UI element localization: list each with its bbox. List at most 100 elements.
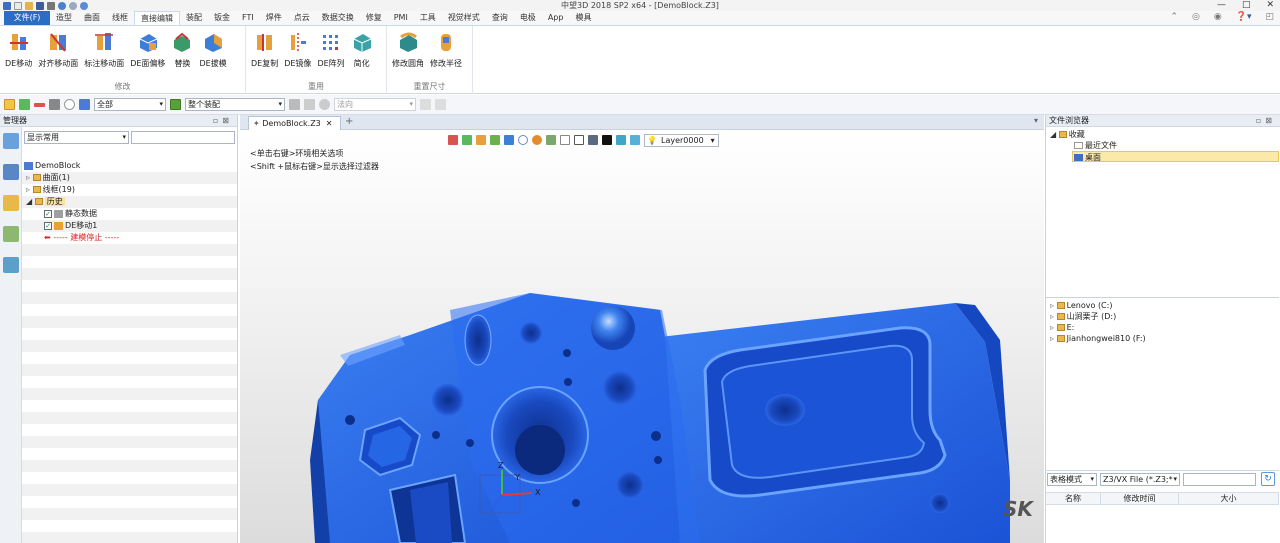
- tab-electrode[interactable]: 电极: [514, 11, 542, 25]
- direction-pick-icon[interactable]: [420, 99, 431, 110]
- file-type-select[interactable]: Z3/VX File (*.Z3;* ▾: [1100, 473, 1180, 486]
- add-selection-icon[interactable]: [19, 99, 30, 110]
- collapse-ribbon-icon[interactable]: ⌃: [1170, 12, 1178, 22]
- tab-app[interactable]: App: [542, 11, 570, 25]
- tab-direct-edit[interactable]: 直接编辑: [134, 11, 180, 25]
- minimize-button[interactable]: —: [1217, 0, 1226, 11]
- tab-list-dropdown[interactable]: ▾: [1034, 116, 1038, 125]
- demoblock-3d-model[interactable]: Z Y X: [240, 130, 1044, 543]
- tab-mold[interactable]: 模具: [569, 11, 597, 25]
- expand-icon[interactable]: ▹: [26, 185, 30, 194]
- lock-direction-icon[interactable]: [435, 99, 446, 110]
- direction-select[interactable]: 法向 ▾: [334, 98, 416, 111]
- file-browser-pin-close[interactable]: ▫⊠: [1256, 115, 1276, 127]
- tree-item-wireframe[interactable]: ▹ 线框(19): [22, 184, 237, 196]
- de-move-button[interactable]: DE移动: [2, 28, 35, 78]
- de-copy-button[interactable]: DE复制: [248, 28, 281, 78]
- column-modified[interactable]: 修改时间: [1101, 493, 1179, 504]
- drive-e[interactable]: ▹ E:: [1046, 322, 1279, 333]
- new-tab-button[interactable]: +: [345, 116, 353, 127]
- assembly-scope-icon[interactable]: [170, 99, 181, 110]
- filter-select[interactable]: 全部 ▾: [94, 98, 166, 111]
- de-draft-button[interactable]: DE拔模: [196, 28, 229, 78]
- tab-inquire[interactable]: 查询: [486, 11, 514, 25]
- image-library-icon[interactable]: [3, 226, 19, 242]
- drive-c[interactable]: ▹ Lenovo (C:): [1046, 300, 1279, 311]
- tab-repair[interactable]: 修复: [360, 11, 388, 25]
- tree-item-stop-modeling[interactable]: ⬅ ----- 建模停止 -----: [22, 232, 237, 244]
- file-menu-button[interactable]: 文件(F): [4, 11, 50, 25]
- column-size[interactable]: 大小: [1179, 493, 1279, 504]
- remove-selection-icon[interactable]: [34, 102, 45, 107]
- filter-icon[interactable]: [79, 99, 90, 110]
- file-search-input[interactable]: [1183, 473, 1256, 486]
- tree-item-surface[interactable]: ▹ 曲面(1): [22, 172, 237, 184]
- assembly-scope-select[interactable]: 整个装配 ▾: [185, 98, 285, 111]
- refresh-button[interactable]: ↻: [1261, 472, 1275, 486]
- 3d-viewport[interactable]: 💡 Layer0000 ▾ <单击右键>环境相关选项 <Shift +鼠标右键>显示…: [240, 130, 1044, 543]
- de-face-offset-button[interactable]: DE面偏移: [127, 28, 168, 78]
- tab-tools[interactable]: 工具: [414, 11, 442, 25]
- close-button[interactable]: ✕: [1266, 0, 1274, 11]
- tab-sheet-metal[interactable]: 钣金: [208, 11, 236, 25]
- collapse-icon[interactable]: ◢: [26, 197, 32, 206]
- modify-fillet-button[interactable]: 修改圆角: [389, 28, 427, 78]
- expand-icon[interactable]: ▹: [26, 173, 30, 182]
- column-name[interactable]: 名称: [1046, 493, 1101, 504]
- visibility-checkbox[interactable]: ✓: [44, 209, 52, 218]
- view-manager-icon[interactable]: [3, 195, 19, 211]
- drive-f[interactable]: ▹ Jianhongwei810 (F:): [1046, 333, 1279, 344]
- tab-pmi[interactable]: PMI: [388, 11, 414, 25]
- tree-item-history[interactable]: ◢ 历史: [22, 196, 237, 208]
- maximize-button[interactable]: □: [1242, 0, 1251, 11]
- help-icon[interactable]: ❓▾: [1236, 12, 1252, 22]
- tree-item-static-data[interactable]: ✓ 静态数据: [22, 208, 237, 220]
- de-pattern-button[interactable]: DE阵列: [314, 28, 347, 78]
- tab-data-exchange[interactable]: 数据交换: [316, 11, 360, 25]
- dimension-move-face-button[interactable]: 标注移动面: [81, 28, 127, 78]
- update-icon[interactable]: ◉: [1214, 12, 1222, 22]
- desktop-node[interactable]: 桌面: [1072, 151, 1279, 162]
- manager-search-input[interactable]: [131, 131, 235, 144]
- axis-x-label: X: [535, 488, 541, 497]
- tab-weldment[interactable]: 焊件: [260, 11, 288, 25]
- tab-point-cloud[interactable]: 点云: [288, 11, 316, 25]
- document-tab[interactable]: ✦ DemoBlock.Z3 ✕: [248, 116, 341, 130]
- history-tree-icon[interactable]: [3, 133, 19, 149]
- favorites-node[interactable]: ◢ 收藏: [1046, 129, 1279, 140]
- selection-mode-icon[interactable]: [49, 99, 60, 110]
- tree-item-de-move[interactable]: ✓ DE移动1: [22, 220, 237, 232]
- tab-wireframe[interactable]: 线框: [106, 11, 134, 25]
- display-filter-select[interactable]: 显示常用 ▾: [24, 131, 129, 144]
- tab-modeling[interactable]: 造型: [50, 11, 78, 25]
- view-mode-select[interactable]: 表格模式 ▾: [1047, 473, 1097, 486]
- user-icon[interactable]: [3, 257, 19, 273]
- modify-radius-button[interactable]: 修改半径: [427, 28, 465, 78]
- manager-pin-close[interactable]: ▫⊠: [213, 115, 233, 127]
- simplify-button[interactable]: 简化: [348, 28, 376, 78]
- assembly-tree-icon[interactable]: [3, 164, 19, 180]
- pick-icon[interactable]: [289, 99, 300, 110]
- style-icon[interactable]: ◎: [1192, 12, 1200, 22]
- mirror-pick-icon[interactable]: [304, 99, 315, 110]
- de-mirror-button[interactable]: DE镜像: [281, 28, 314, 78]
- drive-d[interactable]: ▹ 山涧栗子 (D:): [1046, 311, 1279, 322]
- direction-icon[interactable]: [319, 99, 330, 110]
- tab-surface[interactable]: 曲面: [78, 11, 106, 25]
- file-browser-header: 文件浏览器 ▫⊠: [1046, 115, 1280, 127]
- tab-fti[interactable]: FTI: [236, 11, 260, 25]
- tab-visual-style[interactable]: 视觉样式: [442, 11, 486, 25]
- restore-icon[interactable]: ◰: [1265, 12, 1274, 22]
- recent-files-node[interactable]: 最近文件: [1046, 140, 1279, 151]
- rollback-arrow-icon[interactable]: ⬅: [44, 233, 51, 242]
- tree-item-root[interactable]: DemoBlock: [22, 160, 237, 172]
- close-tab-icon[interactable]: ✕: [326, 119, 333, 128]
- select-pointer-icon[interactable]: [4, 99, 15, 110]
- circle-select-icon[interactable]: [64, 99, 75, 110]
- replace-button[interactable]: 替换: [168, 28, 196, 78]
- visibility-checkbox[interactable]: ✓: [44, 221, 52, 230]
- tab-assembly[interactable]: 装配: [180, 11, 208, 25]
- align-move-face-button[interactable]: 对齐移动面: [35, 28, 81, 78]
- collapse-icon[interactable]: ◢: [1050, 130, 1056, 139]
- file-browser-title: 文件浏览器: [1049, 116, 1089, 125]
